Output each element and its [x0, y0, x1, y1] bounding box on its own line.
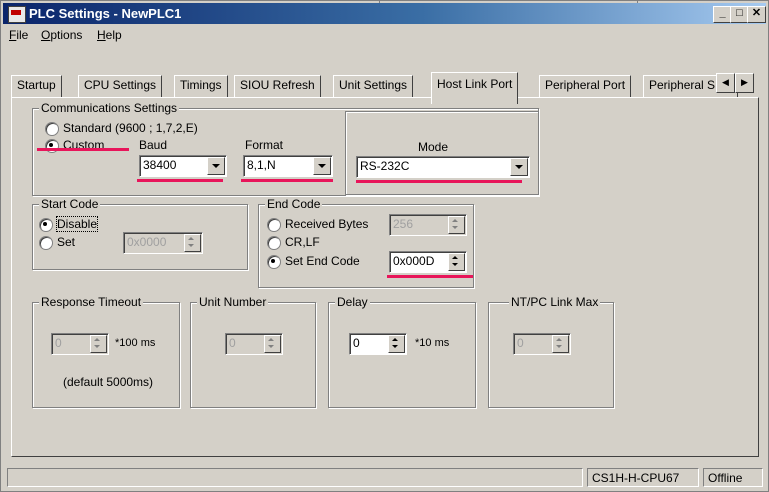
- received-bytes-radio[interactable]: [267, 218, 281, 232]
- delay-group: Delay 0 *10 ms: [328, 295, 476, 408]
- mode-label: Mode: [418, 140, 449, 154]
- title-bar[interactable]: PLC Settings - NewPLC1 _ □ ✕: [3, 3, 766, 24]
- received-bytes-spinner[interactable]: 256: [389, 214, 467, 236]
- baud-select[interactable]: 38400: [139, 155, 227, 177]
- set-radio[interactable]: [39, 236, 53, 250]
- plc-settings-window: PLC Settings - NewPLC1 _ □ ✕ File Option…: [0, 0, 769, 492]
- spinner-arrows-icon[interactable]: [90, 335, 107, 353]
- tab-host-link-port[interactable]: Host Link Port: [431, 72, 519, 104]
- end-code-group: End Code Received Bytes 256 CR,LF Set En…: [258, 197, 474, 288]
- window-title: PLC Settings - NewPLC1: [29, 6, 182, 21]
- highlight-underline: [387, 275, 473, 278]
- chevron-down-icon[interactable]: [207, 157, 225, 175]
- spinner-arrows-icon[interactable]: [448, 253, 465, 271]
- delay-value: 0: [353, 336, 360, 350]
- host-link-port-panel: Communications Settings Standard (9600 ;…: [11, 97, 759, 457]
- response-timeout-unit: *100 ms: [115, 337, 156, 349]
- highlight-underline: [241, 179, 333, 182]
- format-select[interactable]: 8,1,N: [243, 155, 333, 177]
- format-value: 8,1,N: [247, 158, 276, 172]
- spinner-arrows-icon[interactable]: [448, 216, 465, 234]
- disable-label: Disable: [55, 216, 99, 232]
- status-connection: Offline: [703, 468, 763, 487]
- baud-label: Baud: [139, 138, 168, 152]
- tab-scroll-left-icon[interactable]: ◀: [716, 73, 735, 93]
- unit-number-group: Unit Number 0: [190, 295, 316, 408]
- highlight-underline: [137, 179, 223, 182]
- response-timeout-spinner[interactable]: 0: [51, 333, 109, 355]
- response-timeout-group: Response Timeout 0 *100 ms (default 5000…: [32, 295, 180, 408]
- set-label: Set: [57, 235, 76, 249]
- chevron-down-icon[interactable]: [510, 158, 528, 176]
- disable-radio[interactable]: [39, 218, 53, 232]
- set-end-code-radio[interactable]: [267, 255, 281, 269]
- spinner-arrows-icon[interactable]: [388, 335, 405, 353]
- start-code-legend: Start Code: [39, 197, 101, 211]
- chevron-down-icon[interactable]: [313, 157, 331, 175]
- ntpc-link-max-legend: NT/PC Link Max: [509, 295, 601, 309]
- start-code-group: Start Code Disable Set 0x0000: [32, 197, 248, 270]
- status-bar: CS1H-H-CPU67 Offline: [3, 465, 766, 489]
- standard-radio[interactable]: [45, 122, 59, 136]
- delay-spinner[interactable]: 0: [349, 333, 407, 355]
- response-timeout-legend: Response Timeout: [39, 295, 144, 309]
- spinner-arrows-icon[interactable]: [552, 335, 569, 353]
- highlight-underline: [356, 180, 522, 183]
- delay-legend: Delay: [335, 295, 370, 309]
- delay-unit: *10 ms: [415, 337, 450, 349]
- tab-scroll-right-icon[interactable]: ▶: [735, 73, 754, 93]
- ntpc-link-max-value: 0: [517, 336, 524, 350]
- communications-settings-group: Communications Settings Standard (9600 ;…: [32, 101, 539, 196]
- crlf-label: CR,LF: [285, 235, 320, 249]
- mode-group: Mode RS-232C: [345, 111, 539, 195]
- close-button[interactable]: ✕: [747, 6, 766, 23]
- end-code-legend: End Code: [265, 197, 323, 211]
- menu-options[interactable]: Options: [41, 28, 82, 42]
- unit-number-legend: Unit Number: [197, 295, 269, 309]
- response-timeout-note: (default 5000ms): [63, 375, 154, 389]
- crlf-radio[interactable]: [267, 236, 281, 250]
- mode-select[interactable]: RS-232C: [356, 156, 530, 178]
- received-bytes-value: 256: [393, 217, 414, 231]
- unit-number-spinner[interactable]: 0: [225, 333, 283, 355]
- menu-file[interactable]: File: [9, 28, 28, 42]
- end-code-spinner[interactable]: 0x000D: [389, 251, 467, 273]
- response-timeout-value: 0: [55, 336, 62, 350]
- received-bytes-label: Received Bytes: [285, 217, 369, 231]
- ntpc-link-max-spinner[interactable]: 0: [513, 333, 571, 355]
- unit-number-value: 0: [229, 336, 236, 350]
- status-cpu-type: CS1H-H-CPU67: [587, 468, 699, 487]
- spinner-arrows-icon[interactable]: [264, 335, 281, 353]
- start-code-value: 0x0000: [127, 235, 167, 249]
- spinner-arrows-icon[interactable]: [184, 234, 201, 252]
- plc-app-icon: [8, 6, 26, 23]
- end-code-value: 0x000D: [393, 254, 435, 268]
- highlight-underline: [37, 148, 129, 151]
- ntpc-link-max-group: NT/PC Link Max 0: [488, 295, 614, 408]
- start-code-spinner[interactable]: 0x0000: [123, 232, 203, 254]
- mode-value: RS-232C: [360, 159, 410, 173]
- standard-label: Standard (9600 ; 1,7,2,E): [63, 121, 198, 135]
- baud-value: 38400: [143, 158, 177, 172]
- menu-bar: File Options Help: [3, 25, 766, 45]
- set-end-code-label: Set End Code: [285, 254, 360, 268]
- communications-settings-legend: Communications Settings: [39, 101, 180, 115]
- menu-help[interactable]: Help: [97, 28, 122, 42]
- status-message-cell: [7, 468, 583, 487]
- format-label: Format: [245, 138, 284, 152]
